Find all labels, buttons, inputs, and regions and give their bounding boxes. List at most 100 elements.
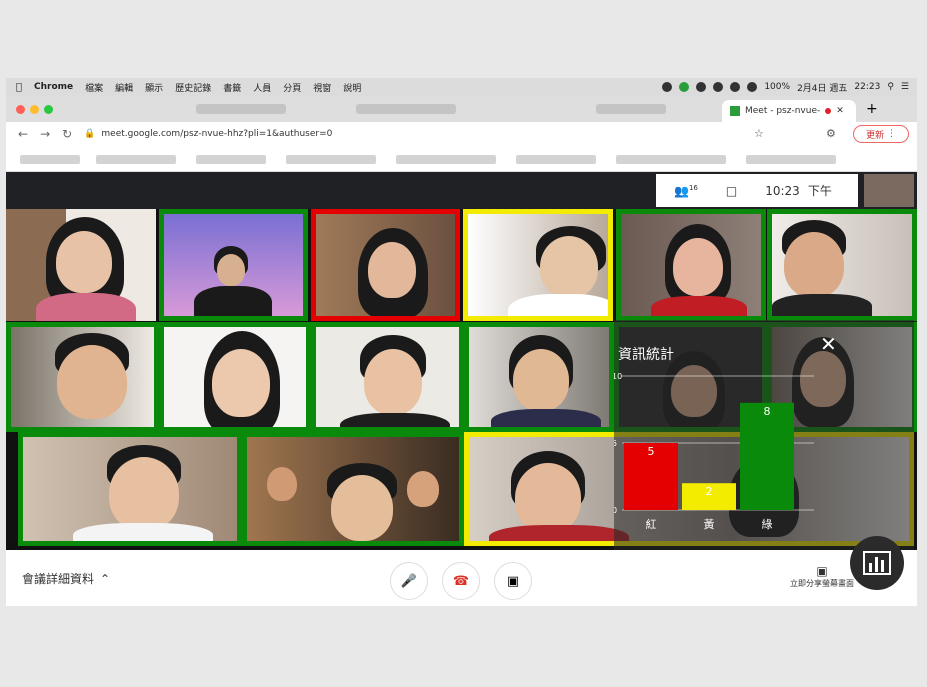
update-label: 更新: [866, 130, 885, 141]
zoom-window-icon[interactable]: [44, 105, 53, 114]
participant-video[interactable]: [616, 209, 766, 321]
reload-icon[interactable]: ↻: [62, 127, 72, 141]
bookmark[interactable]: [516, 155, 596, 164]
menu-item-history[interactable]: 歷史記錄: [175, 81, 211, 94]
participant-video[interactable]: [311, 209, 460, 321]
minimize-window-icon[interactable]: [30, 105, 39, 114]
bluetooth-icon[interactable]: [730, 82, 741, 92]
menu-list-icon[interactable]: ☰: [901, 82, 909, 92]
meeting-details-label: 會議詳細資料: [22, 572, 95, 586]
tab-blurred[interactable]: [356, 104, 456, 114]
bar-綠: [740, 402, 794, 510]
chat-icon[interactable]: □: [726, 184, 737, 198]
chevron-up-icon: ⌃: [100, 571, 111, 586]
line-icon[interactable]: [679, 82, 690, 92]
y-tick-label: 5: [614, 439, 617, 448]
participant-video[interactable]: [464, 322, 614, 432]
menu-item-file[interactable]: 檔案: [85, 81, 103, 94]
bookmark[interactable]: [616, 155, 726, 164]
meeting-clock: 10:23: [765, 183, 800, 198]
bookmark[interactable]: [396, 155, 496, 164]
status-area: 100% 2月4日 週五 22:23 ⚲ ☰: [662, 78, 909, 96]
bookmark[interactable]: [196, 155, 266, 164]
close-window-icon[interactable]: [16, 105, 25, 114]
bar-value-label: 5: [648, 445, 655, 458]
time-label: 22:23: [854, 82, 881, 92]
recording-icon: [825, 108, 832, 114]
screen:  Chrome 檔案 編輯 顯示 歷史記錄 書籤 人員 分頁 視窗 說明 10…: [6, 78, 917, 606]
extension-icon[interactable]: ⚙: [826, 127, 836, 140]
bar-value-label: 8: [764, 405, 771, 418]
wechat-icon[interactable]: [696, 82, 707, 92]
bottom-bar: 會議詳細資料 ⌃ 🎤 ☎ ▣ ▣ 立即分享螢幕畫面: [6, 550, 917, 606]
tab-blurred[interactable]: [596, 104, 666, 114]
search-icon[interactable]: ⚲: [887, 82, 894, 92]
update-button[interactable]: 更新 ⋮: [853, 125, 909, 143]
menu-item-tab[interactable]: 分頁: [283, 81, 301, 94]
category-label: 紅: [646, 518, 657, 531]
bookmark[interactable]: [746, 155, 836, 164]
mic-button[interactable]: 🎤: [390, 562, 428, 600]
record-icon[interactable]: [662, 82, 673, 92]
category-label: 黃: [704, 518, 715, 531]
bar-chart-icon: [863, 551, 891, 575]
menu-app-name[interactable]: Chrome: [34, 82, 73, 92]
menu-item-view[interactable]: 顯示: [145, 81, 163, 94]
meeting-period: 下午: [807, 184, 832, 198]
participant-video[interactable]: [159, 209, 308, 321]
mic-icon: 🎤: [400, 573, 418, 589]
meeting-details-button[interactable]: 會議詳細資料 ⌃: [22, 570, 110, 587]
meet-favicon-icon: [730, 106, 740, 116]
url-bar[interactable]: 🔒 meet.google.com/psz-nvue-hhz?pli=1&aut…: [84, 129, 332, 139]
back-icon[interactable]: ←: [18, 127, 28, 141]
camera-button[interactable]: ▣: [494, 562, 532, 600]
stats-overlay: 資訊統計 ✕ 10 5 0 5 紅 2 黃 8 綠: [614, 320, 914, 552]
menu-item-bookmarks[interactable]: 書籤: [223, 81, 241, 94]
menu-item-help[interactable]: 說明: [343, 81, 361, 94]
participant-video[interactable]: [463, 209, 613, 321]
bookmark[interactable]: [20, 155, 80, 164]
tab-strip: Meet - psz-nvue- ✕ +: [6, 96, 917, 122]
lock-icon: 🔒: [84, 129, 96, 139]
people-icon[interactable]: 👥16: [674, 184, 698, 198]
participant-video[interactable]: [242, 432, 464, 546]
self-view-video[interactable]: [864, 174, 914, 207]
participant-count: 16: [688, 183, 698, 192]
participant-video[interactable]: [767, 209, 917, 321]
apple-icon[interactable]: : [16, 82, 22, 93]
tab-close-icon[interactable]: ✕: [836, 106, 844, 116]
tab-blurred[interactable]: [196, 104, 286, 114]
address-row: ← → ↻ 🔒 meet.google.com/psz-nvue-hhz?pli…: [6, 122, 917, 146]
meeting-info-panel: 👥16 □ 10:23 下午: [656, 174, 858, 207]
bookmark[interactable]: [286, 155, 376, 164]
url-text[interactable]: meet.google.com/psz-nvue-hhz?pli=1&authu…: [101, 129, 332, 139]
menu-item-people[interactable]: 人員: [253, 81, 271, 94]
participant-video[interactable]: [311, 322, 464, 432]
bookmarks-bar: [6, 146, 917, 172]
hang-up-button[interactable]: ☎: [442, 562, 480, 600]
y-tick-label: 10: [614, 372, 622, 381]
star-icon[interactable]: ☆: [754, 127, 764, 140]
stats-chart: 10 5 0 5 紅 2 黃 8 綠: [614, 372, 814, 531]
participant-video[interactable]: [6, 322, 159, 432]
stats-fab-button[interactable]: [850, 536, 904, 590]
meet-stage: 👥16 □ 10:23 下午 資訊統計 ✕ 10 5 0 5 紅 2 黃 8 綠: [6, 172, 917, 552]
menu-bar:  Chrome 檔案 編輯 顯示 歷史記錄 書籤 人員 分頁 視窗 說明 10…: [6, 78, 917, 96]
tab-meet[interactable]: Meet - psz-nvue- ✕: [722, 100, 856, 122]
battery-label[interactable]: 100%: [764, 82, 790, 92]
bar-value-label: 2: [706, 485, 713, 498]
tab-title: Meet - psz-nvue-: [745, 106, 821, 116]
category-label: 綠: [762, 518, 773, 531]
cloud-icon[interactable]: [713, 82, 724, 92]
new-tab-icon[interactable]: +: [866, 101, 878, 117]
date-label: 2月4日 週五: [797, 83, 848, 94]
menu-item-window[interactable]: 視窗: [313, 81, 331, 94]
wifi-icon[interactable]: [747, 82, 758, 92]
participant-video[interactable]: [159, 322, 311, 432]
participant-video[interactable]: [6, 209, 156, 321]
forward-icon[interactable]: →: [40, 127, 50, 141]
menu-item-edit[interactable]: 編輯: [115, 81, 133, 94]
bookmark[interactable]: [96, 155, 176, 164]
camera-icon: ▣: [506, 573, 520, 589]
participant-video[interactable]: [18, 432, 242, 546]
